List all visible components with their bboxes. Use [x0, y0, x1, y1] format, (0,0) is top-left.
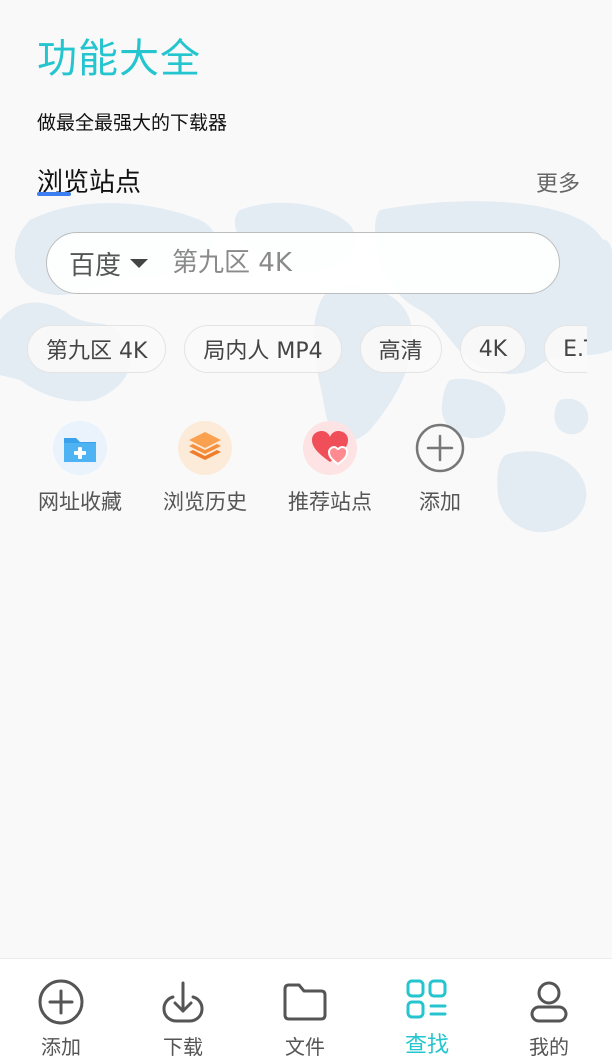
nav-item-add[interactable]: 添加 — [0, 959, 122, 1060]
discover-grid-icon — [402, 977, 452, 1027]
add-circle-icon — [412, 420, 468, 476]
shortcut-recommended-sites[interactable]: 推荐站点 — [268, 420, 392, 516]
shortcut-history[interactable]: 浏览历史 — [143, 420, 267, 516]
shortcut-add[interactable]: 添加 — [378, 420, 502, 516]
add-circle-icon — [36, 977, 86, 1027]
shortcut-grid: 网址收藏 浏览历史 推荐站点 添加 — [18, 420, 518, 530]
shortcut-label: 浏览历史 — [163, 490, 247, 514]
nav-item-files[interactable]: 文件 — [244, 959, 366, 1060]
search-input[interactable] — [170, 247, 505, 279]
keyword-chip[interactable]: E.T — [544, 325, 587, 373]
user-icon — [524, 977, 574, 1027]
hot-keyword-chips: 第九区 4K 局内人 MP4 高清 4K E.T — [27, 325, 587, 375]
folder-icon — [280, 977, 330, 1027]
nav-label: 添加 — [41, 1035, 81, 1059]
nav-item-download[interactable]: 下载 — [122, 959, 244, 1060]
search-bar: 百度 — [46, 232, 560, 294]
shortcut-label: 网址收藏 — [38, 490, 122, 514]
search-engine-label: 百度 — [69, 250, 122, 281]
nav-label: 文件 — [285, 1035, 325, 1059]
history-layers-icon — [177, 420, 233, 476]
keyword-chip[interactable]: 4K — [459, 325, 527, 373]
section-title-underline — [37, 192, 71, 196]
search-engine-select[interactable]: 百度 — [69, 245, 149, 282]
nav-item-discover[interactable]: 查找 — [366, 959, 488, 1060]
nav-label: 我的 — [529, 1035, 569, 1059]
shortcut-label: 推荐站点 — [288, 490, 372, 514]
nav-label: 下载 — [163, 1035, 203, 1059]
bottom-nav: 添加 下载 文件 查找 我的 — [0, 958, 612, 1060]
nav-item-profile[interactable]: 我的 — [488, 959, 610, 1060]
shortcut-label: 添加 — [419, 490, 461, 514]
nav-label: 查找 — [404, 1033, 449, 1058]
page-title: 功能大全 — [37, 36, 201, 82]
keyword-chip[interactable]: 局内人 MP4 — [184, 325, 342, 373]
more-link[interactable]: 更多 — [536, 166, 580, 198]
caret-down-icon — [130, 258, 149, 268]
download-icon — [158, 977, 208, 1027]
keyword-chip[interactable]: 第九区 4K — [27, 325, 167, 373]
shortcut-bookmarks[interactable]: 网址收藏 — [18, 420, 142, 516]
heart-icon — [302, 420, 358, 476]
page-subtitle: 做最全最强大的下载器 — [37, 112, 228, 134]
keyword-chip[interactable]: 高清 — [359, 325, 442, 373]
bookmark-folder-icon — [52, 420, 108, 476]
